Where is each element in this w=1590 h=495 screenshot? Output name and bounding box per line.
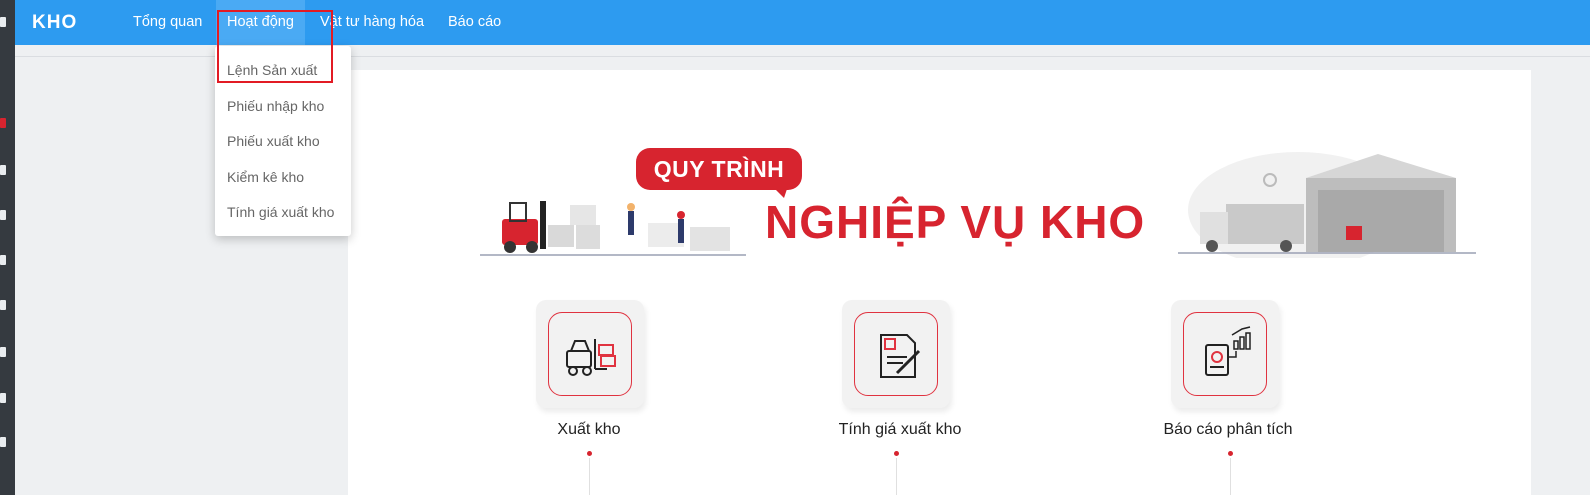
menu-item-tinh-gia-xuat-kho[interactable]: Tính giá xuất kho (227, 204, 334, 220)
nav-bao-cao[interactable]: Báo cáo (448, 0, 501, 45)
nav-vat-tu-hang-hoa[interactable]: Vật tư hàng hóa (320, 0, 424, 45)
left-sidebar (0, 0, 15, 495)
forklift-icon (566, 339, 616, 376)
card-ring (854, 312, 938, 396)
banner-title: NGHIỆP VỤ KHO (765, 196, 1146, 248)
menu-icon[interactable] (0, 17, 6, 27)
timeline-line (1230, 458, 1231, 495)
forklift-warehouse-illustration (480, 201, 746, 256)
card-label-bao-cao-phan-tich: Báo cáo phân tích (1163, 421, 1293, 438)
timeline-dot (1228, 451, 1233, 456)
report-chart-icon (1205, 326, 1251, 376)
sidebar-icon[interactable] (0, 210, 6, 220)
menu-item-kiem-ke-kho[interactable]: Kiểm kê kho (227, 169, 304, 185)
card-xuat-kho[interactable] (536, 300, 644, 408)
sidebar-icon[interactable] (0, 300, 6, 310)
menu-item-phieu-xuat-kho[interactable]: Phiếu xuất kho (227, 133, 320, 149)
card-ring (1183, 312, 1267, 396)
sidebar-icon[interactable] (0, 165, 6, 175)
card-bao-cao-phan-tich[interactable] (1171, 300, 1279, 408)
sidebar-icon[interactable] (0, 437, 6, 447)
sidebar-icon[interactable] (0, 393, 6, 403)
document-pen-icon (880, 334, 921, 378)
top-navbar: KHO Tổng quan Hoạt động Vật tư hàng hóa … (0, 0, 1590, 45)
timeline-dot (587, 451, 592, 456)
sidebar-icon[interactable] (0, 255, 6, 265)
timeline-line (589, 458, 590, 495)
timeline-dot (894, 451, 899, 456)
nav-tong-quan[interactable]: Tổng quan (133, 0, 202, 45)
banner-tag: QUY TRÌNH (636, 148, 802, 198)
menu-item-lenh-san-xuat[interactable]: Lệnh Sản xuất (227, 62, 317, 78)
card-tinh-gia-xuat-kho[interactable] (842, 300, 950, 408)
card-label-tinh-gia-xuat-kho: Tính giá xuất kho (838, 421, 962, 438)
app-logo[interactable]: KHO (32, 12, 77, 34)
menu-item-phieu-nhap-kho[interactable]: Phiếu nhập kho (227, 98, 324, 114)
hoat-dong-dropdown-menu: Lệnh Sản xuất Phiếu nhập kho Phiếu xuất … (215, 46, 351, 236)
timeline-line (896, 458, 897, 495)
card-ring (548, 312, 632, 396)
card-label-xuat-kho: Xuất kho (557, 421, 621, 438)
warehouse-truck-illustration (1178, 152, 1476, 258)
sidebar-icon[interactable] (0, 347, 6, 357)
nav-hoat-dong[interactable]: Hoạt động (216, 0, 305, 45)
sidebar-icon[interactable] (0, 118, 6, 128)
